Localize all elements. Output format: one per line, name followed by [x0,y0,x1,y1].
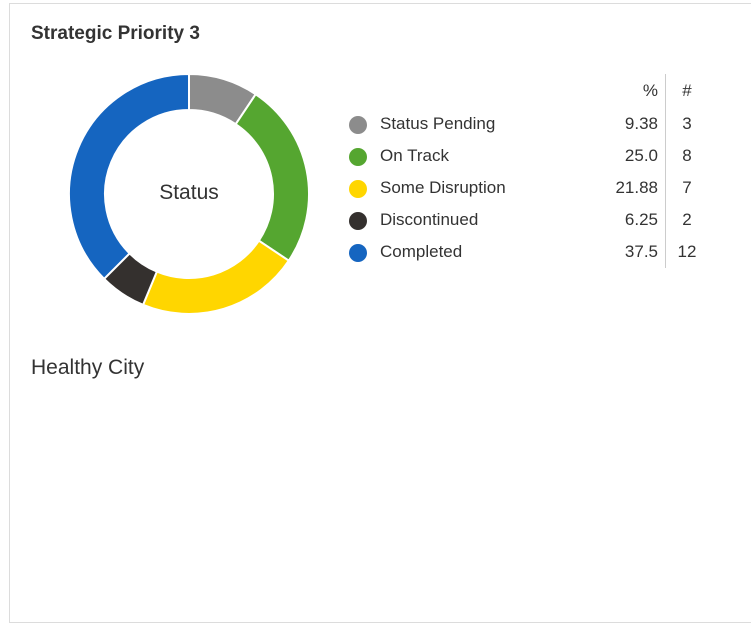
count-header: # [682,81,692,100]
legend-row[interactable]: Discontinued 6.25 2 [348,204,708,236]
legend-percent: 9.38 [580,108,666,140]
strategic-priority-card: Strategic Priority 3 Status % # Status P… [9,3,751,623]
donut-slice-completed[interactable] [68,72,190,281]
legend-table: % # Status Pending 9.38 3 On Track 25.0 8 Some… [348,74,708,268]
legend-label: Status Pending [380,114,496,133]
section-subtitle: Healthy City [31,356,145,379]
legend-body: Status Pending 9.38 3 On Track 25.0 8 Some Dis… [348,108,708,268]
legend-label: Some Disruption [380,178,506,197]
donut-slice-on-track[interactable] [234,92,310,263]
legend-count: 12 [677,242,697,261]
donut-slice-some-disruption[interactable] [141,239,291,315]
legend-header-row: % # [348,74,708,108]
legend-percent: 6.25 [580,204,666,236]
percent-header: % [580,74,666,108]
legend-count: 3 [682,114,692,133]
legend-swatch [349,147,367,166]
legend-swatch [349,243,367,262]
donut-center-label: Status [159,181,219,204]
legend-percent: 25.0 [580,140,666,172]
legend-percent: 37.5 [580,236,666,268]
legend-swatch [349,115,367,134]
legend-count: 8 [682,146,692,165]
status-donut-chart: Status [68,72,310,315]
legend-row[interactable]: On Track 25.0 8 [348,140,708,172]
legend-row[interactable]: Completed 37.5 12 [348,236,708,268]
legend-count: 7 [682,178,692,197]
legend-count: 2 [682,210,692,229]
legend-swatch [349,211,367,230]
legend-row[interactable]: Status Pending 9.38 3 [348,108,708,140]
legend-swatch [349,179,367,198]
status-legend: % # Status Pending 9.38 3 On Track 25.0 8 Some… [348,74,708,268]
legend-row[interactable]: Some Disruption 21.88 7 [348,172,708,204]
legend-label: Completed [380,242,463,261]
card-title: Strategic Priority 3 [31,23,200,44]
legend-percent: 21.88 [580,172,666,204]
legend-label: Discontinued [380,210,479,229]
legend-label: On Track [380,146,449,165]
